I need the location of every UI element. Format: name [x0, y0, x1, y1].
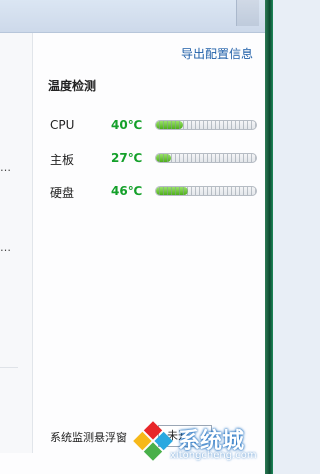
title-bar [0, 0, 265, 33]
sensor-label: CPU [50, 118, 75, 132]
export-config-link[interactable]: 导出配置信息 [181, 45, 253, 62]
desktop-background [265, 0, 273, 474]
temp-bar-ticks [156, 121, 256, 129]
temp-bar [155, 153, 257, 163]
sensor-label: 主板 [50, 153, 75, 167]
temp-bar [155, 120, 257, 130]
divider [0, 367, 18, 368]
left-item-ellipsis[interactable]: … [0, 241, 12, 254]
close-icon[interactable] [236, 0, 259, 26]
sensor-temp: 40℃ [111, 118, 143, 132]
watermark-url: xitongcheng.com [170, 450, 257, 461]
temp-bar [155, 186, 257, 196]
temp-bar-ticks [156, 154, 256, 162]
left-item-ellipsis[interactable]: … [0, 161, 12, 174]
sensor-temp: 27℃ [111, 151, 143, 165]
sensor-label: 硬盘 [50, 186, 75, 200]
section-title: 温度检测 [48, 79, 97, 93]
temp-bar-ticks [156, 187, 256, 195]
left-column: … … [0, 33, 33, 453]
sensor-temp: 46℃ [111, 184, 143, 198]
watermark: 系统城 xitongcheng.com [130, 418, 270, 472]
main-panel [0, 33, 265, 474]
floating-window-label: 系统监测悬浮窗 [50, 431, 127, 444]
